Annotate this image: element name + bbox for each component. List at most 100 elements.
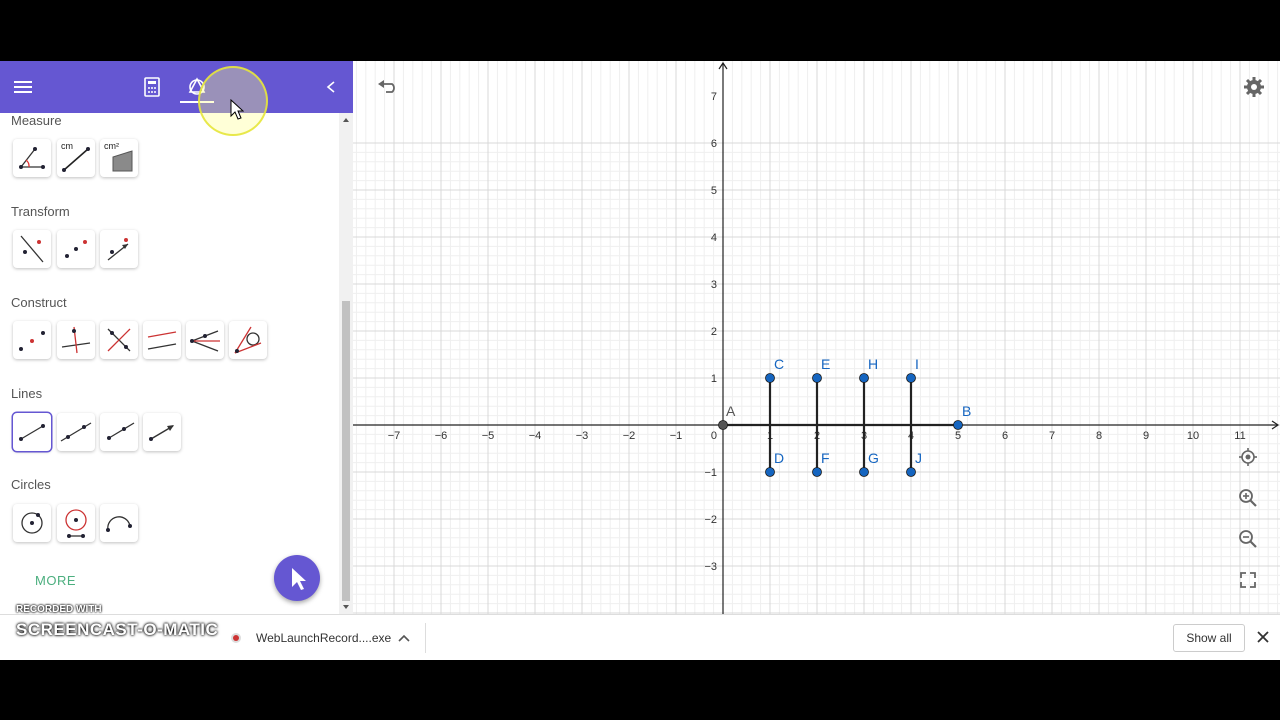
tool-vector[interactable] — [143, 413, 181, 451]
point-C — [765, 373, 775, 383]
coordinate-plane[interactable]: −7−6−5−4−3−2−112345678910117654321−1−2−3… — [353, 61, 1280, 614]
collapse-sidebar-icon[interactable] — [317, 73, 345, 101]
scroll-up-icon[interactable] — [339, 113, 353, 127]
y-tick-label: 5 — [711, 185, 717, 197]
tools-panel: Measure cm cm² Transform Construct Lines… — [0, 113, 339, 614]
tool-segment[interactable] — [13, 413, 51, 451]
zoom-in-icon[interactable] — [1234, 484, 1262, 512]
point-label-I: I — [915, 356, 919, 372]
tool-circle-center-radius[interactable] — [57, 504, 95, 542]
x-tick-label: −6 — [435, 430, 448, 442]
scroll-down-icon[interactable] — [339, 600, 353, 614]
sidebar-scrollbar-thumb[interactable] — [342, 301, 350, 601]
tool-ray[interactable] — [100, 413, 138, 451]
axes — [353, 61, 1280, 614]
tool-semicircle[interactable] — [100, 504, 138, 542]
category-label-transform: Transform — [11, 204, 70, 219]
x-tick-label: 9 — [1143, 430, 1149, 442]
settings-gear-icon[interactable] — [1240, 73, 1268, 101]
point-label-C: C — [774, 356, 784, 372]
origin-label: 0 — [711, 430, 717, 442]
y-tick-label: −1 — [704, 467, 717, 479]
category-label-construct: Construct — [11, 295, 67, 310]
x-tick-label: −4 — [529, 430, 542, 442]
zoom-out-icon[interactable] — [1234, 525, 1262, 553]
geogebra-app: Measure cm cm² Transform Construct Lines… — [0, 61, 1280, 614]
y-tick-label: 4 — [711, 232, 717, 244]
x-tick-label: −1 — [670, 430, 683, 442]
y-tick-label: 1 — [711, 373, 717, 385]
tool-circle-center-point[interactable] — [13, 504, 51, 542]
standard-view-icon[interactable] — [1234, 443, 1262, 471]
point-label-G: G — [868, 450, 879, 466]
download-file-name[interactable]: WebLaunchRecord....exe — [256, 631, 391, 645]
tool-parallel-line[interactable] — [143, 321, 181, 359]
ray-icon — [107, 422, 135, 440]
point-B — [953, 420, 963, 430]
point-label-E: E — [821, 356, 830, 372]
tools-sidebar: Measure cm cm² Transform Construct Lines… — [0, 61, 353, 614]
tool-area[interactable]: cm² — [100, 139, 138, 177]
perpendicular-bisector-icon — [107, 328, 131, 352]
y-tick-label: 3 — [711, 279, 717, 291]
y-tick-label: −3 — [704, 561, 717, 573]
tool-midpoint[interactable] — [13, 321, 51, 359]
tool-angle[interactable] — [13, 139, 51, 177]
category-label-circles: Circles — [11, 477, 51, 492]
point-label-B: B — [962, 403, 971, 419]
grid-major — [353, 61, 1280, 614]
point-label-F: F — [821, 450, 830, 466]
undo-icon[interactable] — [373, 73, 401, 101]
segments[interactable] — [723, 378, 958, 472]
x-tick-label: −2 — [623, 430, 636, 442]
x-tick-label: 7 — [1049, 430, 1055, 442]
chevron-up-icon[interactable] — [398, 633, 410, 643]
x-tick-label: −7 — [388, 430, 401, 442]
watermark-recorded-with: RECORDED WITH — [16, 604, 102, 615]
menu-icon[interactable] — [9, 73, 37, 101]
tangents-icon — [234, 326, 262, 354]
y-tick-label: 2 — [711, 326, 717, 338]
y-tick-label: −2 — [704, 514, 717, 526]
show-all-button[interactable]: Show all — [1173, 624, 1245, 652]
y-tick-label: 7 — [711, 91, 717, 103]
move-tool-button[interactable] — [274, 555, 320, 601]
tool-angle-bisector[interactable] — [186, 321, 224, 359]
tool-tangents[interactable] — [229, 321, 267, 359]
point-I — [906, 373, 916, 383]
x-tick-label: 5 — [955, 430, 961, 442]
fullscreen-icon[interactable] — [1234, 566, 1262, 594]
tool-reflect-about-point[interactable] — [57, 230, 95, 268]
tool-reflect-about-line[interactable] — [13, 230, 51, 268]
tool-line[interactable] — [57, 413, 95, 451]
tool-perpendicular-bisector[interactable] — [100, 321, 138, 359]
point-label-A: A — [726, 403, 736, 419]
x-tick-label: 6 — [1002, 430, 1008, 442]
line-icon — [60, 422, 92, 442]
x-tick-label: 8 — [1096, 430, 1102, 442]
circle-center-icon — [21, 512, 43, 534]
point-D — [765, 467, 775, 477]
sidebar-scrollbar[interactable] — [339, 113, 353, 614]
category-label-measure: Measure — [11, 113, 62, 128]
point-E — [812, 373, 822, 383]
graphics-view[interactable]: −7−6−5−4−3−2−112345678910117654321−1−2−3… — [353, 61, 1280, 614]
perpendicular-icon — [61, 326, 91, 354]
algebra-calculator-icon[interactable] — [138, 73, 166, 101]
category-label-lines: Lines — [11, 386, 43, 401]
download-separator — [425, 623, 426, 653]
area-icon — [112, 150, 133, 172]
sidebar-topbar — [0, 61, 353, 113]
tool-translate-by-vector[interactable] — [100, 230, 138, 268]
reflect-point-icon — [65, 240, 87, 258]
y-tick-label: 6 — [711, 138, 717, 150]
mouse-cursor-icon — [230, 99, 244, 120]
x-tick-label: −3 — [576, 430, 589, 442]
tool-perpendicular-line[interactable] — [57, 321, 95, 359]
pointer-arrow-icon — [292, 568, 306, 590]
more-tools-link[interactable]: MORE — [35, 573, 76, 588]
close-icon[interactable] — [1257, 631, 1269, 643]
midpoint-icon — [19, 331, 45, 351]
segment-icon — [19, 424, 45, 441]
tool-distance[interactable]: cm — [57, 139, 95, 177]
